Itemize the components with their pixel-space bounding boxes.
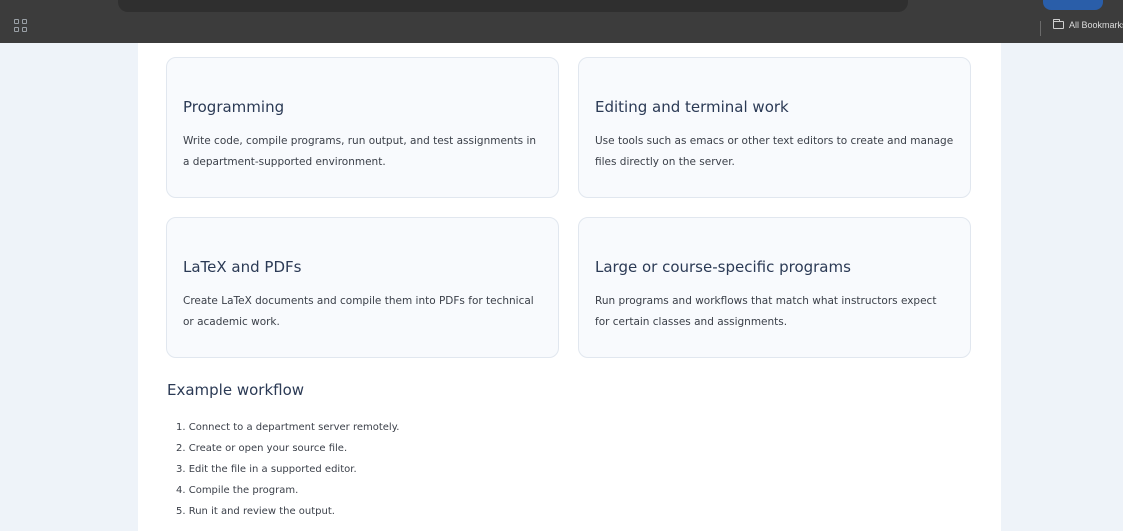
card-text: Write code, compile programs, run output… (183, 135, 537, 168)
apps-grid-icon[interactable] (14, 18, 28, 32)
workflow-steps-list: 1. Connect to a department server remote… (176, 417, 399, 522)
card-text: Use tools such as emacs or other text ed… (595, 135, 954, 168)
card-title: Programming (183, 98, 285, 116)
card-latex-pdfs: LaTeX and PDFs Create LaTeX documents an… (166, 217, 559, 358)
list-item: 3. Edit the file in a supported editor. (176, 464, 357, 475)
toolbar-divider (1040, 21, 1041, 36)
all-bookmarks-label: All Bookmarks (1069, 20, 1123, 30)
page-content: Programming Write code, compile programs… (138, 43, 1001, 531)
folder-icon (1053, 19, 1064, 29)
browser-toolbar: All Bookmarks (0, 0, 1123, 43)
profile-button[interactable] (1043, 0, 1103, 10)
address-bar[interactable] (118, 0, 908, 12)
card-text: Run programs and workflows that match wh… (595, 295, 937, 328)
workflow-heading: Example workflow (167, 381, 305, 399)
list-item: 2. Create or open your source file. (176, 443, 348, 454)
list-item: 1. Connect to a department server remote… (176, 422, 400, 433)
all-bookmarks-button[interactable]: All Bookmarks (1053, 19, 1123, 30)
card-text: Create LaTeX documents and compile them … (183, 295, 534, 328)
card-course-programs: Large or course-specific programs Run pr… (578, 217, 971, 358)
list-item: 4. Compile the program. (176, 485, 299, 496)
card-title: Large or course-specific programs (595, 258, 851, 276)
card-title: Editing and terminal work (595, 98, 789, 116)
list-item: 5. Run it and review the output. (176, 506, 335, 517)
card-editing-terminal: Editing and terminal work Use tools such… (578, 57, 971, 198)
card-programming: Programming Write code, compile programs… (166, 57, 559, 198)
card-title: LaTeX and PDFs (183, 258, 302, 276)
